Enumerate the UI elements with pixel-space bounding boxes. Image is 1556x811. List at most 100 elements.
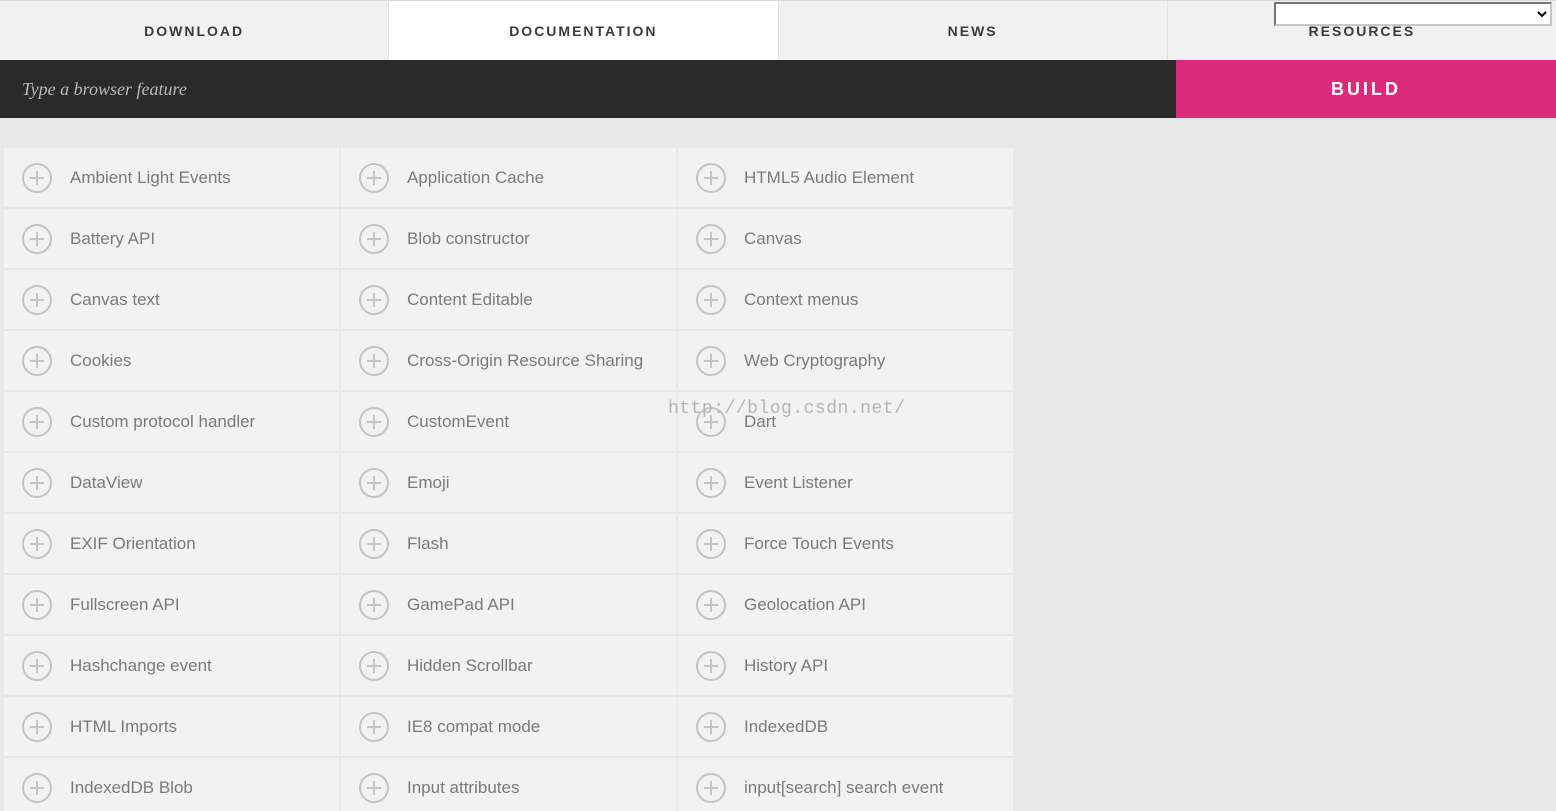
plus-circle-icon [22,651,52,681]
feature-cell[interactable]: Application Cache [341,148,676,207]
plus-circle-icon [22,407,52,437]
feature-cell[interactable]: Flash [341,514,676,573]
plus-circle-icon [22,529,52,559]
feature-cell[interactable]: IE8 compat mode [341,697,676,756]
feature-cell[interactable]: IndexedDB [678,697,1013,756]
feature-search-input[interactable] [0,60,1176,118]
browser-native-select[interactable] [1274,2,1552,26]
feature-cell[interactable]: Cross-Origin Resource Sharing [341,331,676,390]
feature-label: IndexedDB [744,717,828,737]
feature-label: IndexedDB Blob [70,778,193,798]
plus-circle-icon [22,590,52,620]
feature-label: DataView [70,473,142,493]
feature-cell[interactable]: Force Touch Events [678,514,1013,573]
feature-cell[interactable]: GamePad API [341,575,676,634]
feature-grid: Ambient Light Events Application Cache HTM… [4,148,1556,811]
tab-download[interactable]: DOWNLOAD [0,1,389,60]
feature-cell[interactable]: CustomEvent [341,392,676,451]
feature-label: Canvas [744,229,802,249]
feature-label: Flash [407,534,449,554]
feature-cell[interactable]: Fullscreen API [4,575,339,634]
feature-cell[interactable]: IndexedDB Blob [4,758,339,811]
feature-label: Blob constructor [407,229,530,249]
feature-cell[interactable]: Web Cryptography [678,331,1013,390]
feature-label: Web Cryptography [744,351,885,371]
feature-cell[interactable]: HTML5 Audio Element [678,148,1013,207]
feature-label: History API [744,656,828,676]
plus-circle-icon [696,346,726,376]
feature-cell[interactable]: History API [678,636,1013,695]
feature-label: HTML Imports [70,717,177,737]
plus-circle-icon [359,590,389,620]
tab-label: DOWNLOAD [144,23,244,39]
plus-circle-icon [696,224,726,254]
feature-label: IE8 compat mode [407,717,540,737]
feature-label: Cookies [70,351,131,371]
plus-circle-icon [22,163,52,193]
feature-cell[interactable]: Input attributes [341,758,676,811]
feature-cell[interactable]: Battery API [4,209,339,268]
feature-label: EXIF Orientation [70,534,196,554]
plus-circle-icon [359,346,389,376]
feature-cell[interactable]: Context menus [678,270,1013,329]
plus-circle-icon [359,773,389,803]
feature-cell[interactable]: EXIF Orientation [4,514,339,573]
feature-label: Hashchange event [70,656,212,676]
plus-circle-icon [22,285,52,315]
feature-label: Fullscreen API [70,595,180,615]
plus-circle-icon [359,712,389,742]
feature-cell[interactable]: input[search] search event [678,758,1013,811]
plus-circle-icon [359,407,389,437]
plus-circle-icon [696,773,726,803]
plus-circle-icon [22,346,52,376]
feature-cell[interactable]: HTML Imports [4,697,339,756]
build-button[interactable]: BUILD [1176,60,1556,118]
plus-circle-icon [696,590,726,620]
feature-cell[interactable]: Ambient Light Events [4,148,339,207]
feature-cell[interactable]: Hashchange event [4,636,339,695]
tab-label: DOCUMENTATION [509,23,657,39]
feature-label: Content Editable [407,290,533,310]
feature-cell[interactable]: DataView [4,453,339,512]
feature-label: Hidden Scrollbar [407,656,533,676]
feature-label: Custom protocol handler [70,412,255,432]
feature-label: Battery API [70,229,155,249]
plus-circle-icon [22,712,52,742]
feature-label: GamePad API [407,595,515,615]
feature-label: input[search] search event [744,778,943,798]
tab-documentation[interactable]: DOCUMENTATION [389,1,778,60]
plus-circle-icon [359,651,389,681]
feature-label: Context menus [744,290,858,310]
feature-label: Cross-Origin Resource Sharing [407,351,643,371]
feature-label: HTML5 Audio Element [744,168,914,188]
feature-cell[interactable]: Event Listener [678,453,1013,512]
feature-cell[interactable]: Canvas text [4,270,339,329]
plus-circle-icon [696,651,726,681]
plus-circle-icon [696,407,726,437]
feature-cell[interactable]: Geolocation API [678,575,1013,634]
feature-cell[interactable]: Custom protocol handler [4,392,339,451]
plus-circle-icon [22,773,52,803]
plus-circle-icon [22,224,52,254]
plus-circle-icon [359,285,389,315]
feature-cell[interactable]: Cookies [4,331,339,390]
plus-circle-icon [696,163,726,193]
feature-cell[interactable]: Blob constructor [341,209,676,268]
tab-news[interactable]: NEWS [779,1,1168,60]
feature-cell[interactable]: Emoji [341,453,676,512]
feature-cell[interactable]: Hidden Scrollbar [341,636,676,695]
feature-cell[interactable]: Content Editable [341,270,676,329]
plus-circle-icon [696,468,726,498]
feature-label: Emoji [407,473,450,493]
feature-cell[interactable]: Canvas [678,209,1013,268]
plus-circle-icon [359,468,389,498]
feature-cell[interactable]: Dart [678,392,1013,451]
tab-label: NEWS [948,23,998,39]
feature-label: Dart [744,412,776,432]
search-build-bar: BUILD [0,60,1556,118]
plus-circle-icon [359,163,389,193]
plus-circle-icon [696,529,726,559]
feature-label: Application Cache [407,168,544,188]
feature-label: Input attributes [407,778,519,798]
feature-label: Ambient Light Events [70,168,231,188]
